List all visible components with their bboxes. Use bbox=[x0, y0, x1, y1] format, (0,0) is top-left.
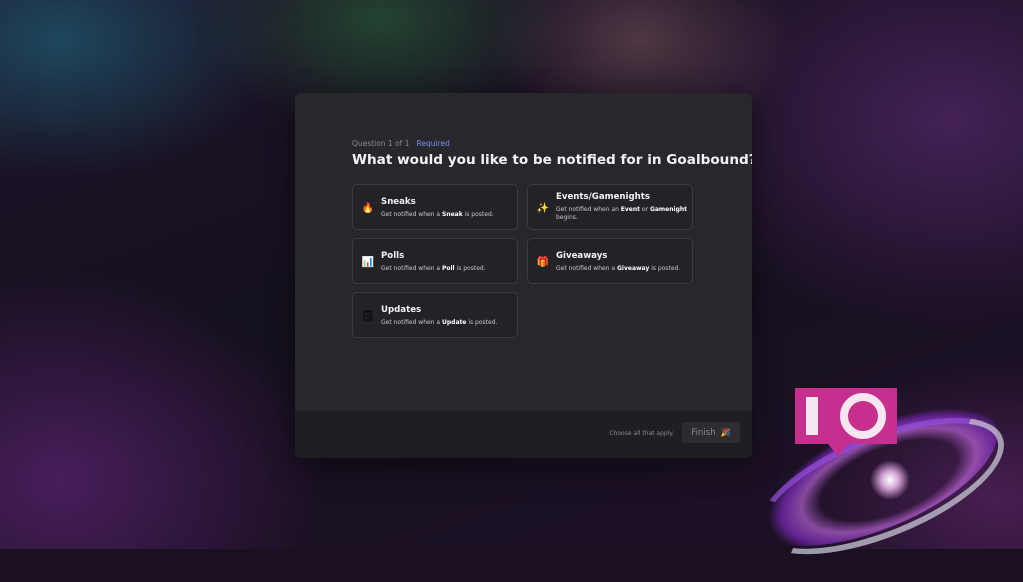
question-meta: Question 1 of 1 Required bbox=[352, 139, 450, 148]
sparkles-icon: ✨ bbox=[536, 202, 550, 214]
option-name: Giveaways bbox=[556, 251, 608, 261]
bar-chart-icon: 📊 bbox=[361, 256, 375, 268]
option-description: Get notified when an Event or Gamenight … bbox=[556, 206, 688, 221]
gift-icon: 🎁 bbox=[536, 256, 550, 268]
notepad-icon: 🗒 bbox=[361, 310, 375, 322]
io-logo-mark bbox=[795, 388, 897, 444]
dialog-body: Question 1 of 1 Required What would you … bbox=[295, 93, 752, 411]
io-logo bbox=[729, 374, 1022, 582]
option-name: Updates bbox=[381, 305, 422, 315]
option-name: Events/Gamenights bbox=[556, 192, 650, 202]
finish-button[interactable]: Finish 🎉 bbox=[682, 422, 740, 443]
question-counter: Question 1 of 1 bbox=[352, 139, 410, 148]
party-popper-icon: 🎉 bbox=[720, 428, 731, 437]
option-events-gamenights[interactable]: ✨ Events/Gamenights Get notified when an… bbox=[527, 184, 693, 230]
onboarding-dialog: Question 1 of 1 Required What would you … bbox=[295, 93, 752, 458]
option-description: Get notified when a Sneak is posted. bbox=[381, 211, 494, 218]
option-polls[interactable]: 📊 Polls Get notified when a Poll is post… bbox=[352, 238, 518, 284]
option-giveaways[interactable]: 🎁 Giveaways Get notified when a Giveaway… bbox=[527, 238, 693, 284]
fire-icon: 🔥 bbox=[361, 202, 375, 214]
choose-hint: Choose all that apply. bbox=[609, 430, 674, 437]
question-title: What would you like to be notified for i… bbox=[352, 152, 752, 168]
dialog-footer: Choose all that apply. Finish 🎉 bbox=[295, 411, 752, 458]
logo-glow bbox=[870, 460, 910, 500]
option-name: Sneaks bbox=[381, 197, 416, 207]
required-label: Required bbox=[416, 139, 450, 148]
option-sneaks[interactable]: 🔥 Sneaks Get notified when a Sneak is po… bbox=[352, 184, 518, 230]
finish-label: Finish bbox=[691, 427, 716, 438]
option-description: Get notified when a Update is posted. bbox=[381, 319, 498, 326]
option-name: Polls bbox=[381, 251, 405, 261]
option-description: Get notified when a Poll is posted. bbox=[381, 265, 486, 272]
option-updates[interactable]: 🗒 Updates Get notified when a Update is … bbox=[352, 292, 518, 338]
option-description: Get notified when a Giveaway is posted. bbox=[556, 265, 681, 272]
